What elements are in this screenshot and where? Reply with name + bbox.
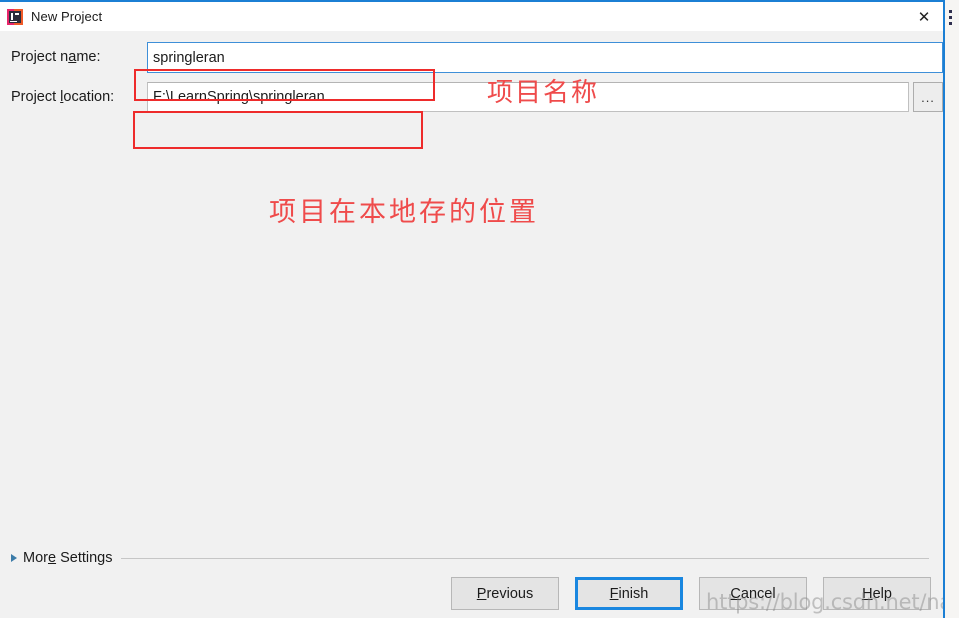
close-icon[interactable]: ✕ — [913, 6, 935, 28]
more-settings-label: More Settings — [23, 550, 113, 566]
chevron-right-icon — [11, 554, 17, 562]
more-settings-divider — [121, 557, 929, 559]
annotation-text-project-name: 项目名称 — [487, 78, 600, 108]
new-project-dialog: New Project ✕ Project name: Project loca… — [0, 0, 945, 618]
vertical-dots-icon[interactable] — [949, 10, 953, 25]
finish-button[interactable]: Finish — [575, 577, 683, 610]
more-settings-expander[interactable]: More Settings — [11, 547, 929, 569]
project-location-row: Project location: ... — [11, 82, 943, 112]
help-button[interactable]: Help — [823, 577, 931, 610]
annotation-box-project-location — [133, 111, 423, 149]
project-name-row: Project name: — [11, 42, 943, 73]
previous-button[interactable]: Previous — [451, 577, 559, 610]
intellij-idea-icon — [7, 8, 23, 25]
project-name-label: Project name: — [11, 49, 101, 65]
dialog-titlebar[interactable]: New Project ✕ — [0, 2, 943, 31]
project-name-input[interactable] — [147, 42, 943, 73]
annotation-text-project-location: 项目在本地存的位置 — [269, 197, 539, 228]
dialog-button-bar: Previous Finish Cancel Help — [0, 577, 943, 618]
dialog-title: New Project — [31, 9, 103, 24]
browse-folder-button[interactable]: ... — [913, 82, 943, 112]
dialog-content: Project name: Project location: ... 项目名称… — [0, 31, 943, 534]
cancel-button[interactable]: Cancel — [699, 577, 807, 610]
project-location-label: Project location: — [11, 89, 115, 105]
